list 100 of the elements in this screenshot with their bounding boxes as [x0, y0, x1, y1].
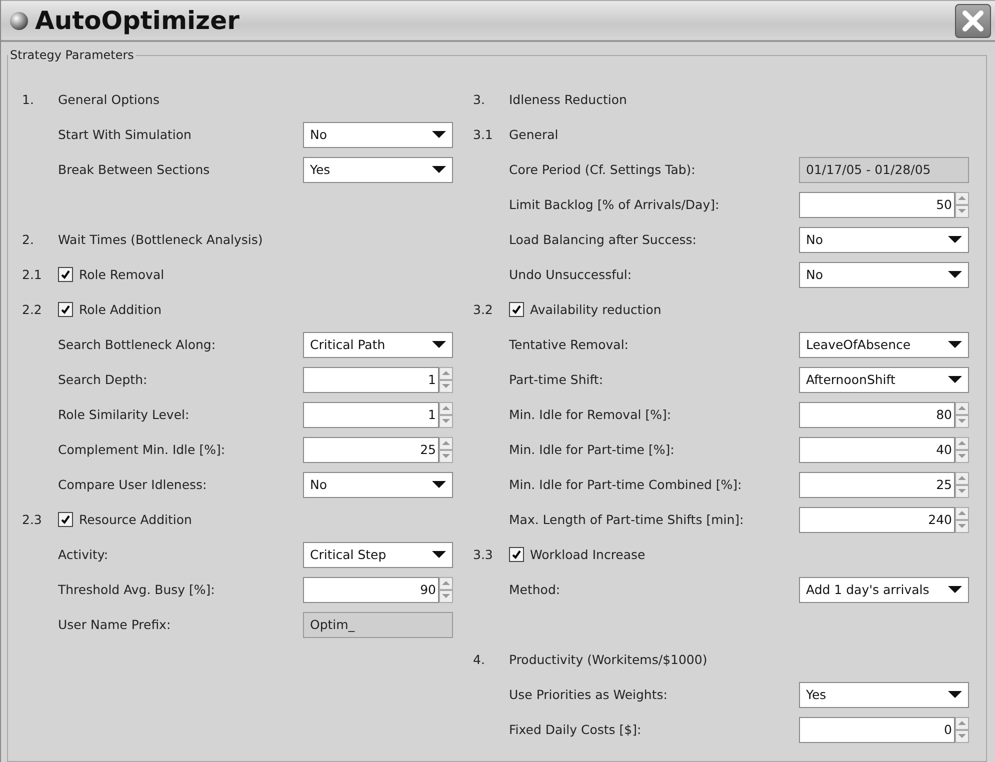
dropdown[interactable]: AfternoonShift [799, 366, 969, 392]
field-label: Start With Simulation [58, 127, 192, 142]
field-label: Min. Idle for Part-time [%]: [509, 442, 676, 457]
number-field[interactable]: 240 [799, 506, 955, 532]
dropdown[interactable]: No [303, 472, 453, 498]
number-field[interactable]: 80 [799, 402, 955, 428]
decrement-button[interactable] [955, 414, 969, 428]
field-label: Complement Min. Idle [%]: [58, 442, 226, 457]
down-arrow-icon [948, 271, 962, 278]
down-arrow-icon [958, 489, 966, 493]
number-field[interactable]: 1 [303, 366, 439, 392]
increment-button[interactable] [955, 402, 969, 414]
field-label: Tentative Removal: [509, 337, 630, 352]
field-label: Load Balancing after Success: [509, 232, 698, 247]
section-number: 1. [22, 92, 35, 107]
increment-button[interactable] [955, 436, 969, 450]
down-arrow-icon [432, 131, 446, 138]
increment-button[interactable] [439, 436, 453, 450]
close-icon [961, 8, 985, 32]
section-number: 4. [473, 652, 486, 667]
field-label: Part-time Shift: [509, 372, 604, 387]
field-label: Undo Unsuccessful: [509, 267, 633, 282]
increment-button[interactable] [439, 366, 453, 380]
field-label: Compare User Idleness: [58, 477, 208, 492]
increment-button[interactable] [439, 402, 453, 414]
decrement-button[interactable] [955, 204, 969, 218]
increment-button[interactable] [955, 472, 969, 484]
number-field[interactable]: 25 [303, 436, 439, 462]
dropdown[interactable]: Critical Step [303, 542, 453, 568]
field-label: Activity: [58, 547, 110, 562]
number-field[interactable]: 0 [799, 716, 955, 742]
checkbox[interactable] [509, 302, 524, 317]
section-number: 3. [473, 92, 486, 107]
up-arrow-icon [442, 441, 450, 445]
down-arrow-icon [958, 454, 966, 458]
field-label: Method: [509, 582, 562, 597]
decrement-button[interactable] [439, 380, 453, 392]
dropdown[interactable]: Critical Path [303, 332, 453, 358]
check-icon [61, 270, 70, 279]
dropdown[interactable]: No [799, 262, 969, 288]
up-arrow-icon [958, 476, 966, 480]
increment-button[interactable] [955, 192, 969, 204]
number-field[interactable]: 25 [799, 472, 955, 498]
checkbox[interactable] [58, 302, 73, 317]
number-field[interactable]: 40 [799, 436, 955, 462]
field-label: Role Similarity Level: [58, 407, 190, 422]
section-heading: Idleness Reduction [509, 92, 628, 107]
checkbox[interactable] [58, 512, 73, 527]
decrement-button[interactable] [439, 414, 453, 428]
up-arrow-icon [958, 511, 966, 515]
close-button[interactable] [955, 4, 991, 38]
decrement-button[interactable] [955, 484, 969, 498]
decrement-button[interactable] [955, 450, 969, 462]
field-label: Fixed Daily Costs [$]: [509, 722, 642, 737]
dropdown[interactable]: Yes [799, 682, 969, 708]
dropdown[interactable]: LeaveOfAbsence [799, 332, 969, 358]
down-arrow-icon [442, 454, 450, 458]
decrement-button[interactable] [955, 520, 969, 532]
increment-button[interactable] [955, 506, 969, 520]
dropdown[interactable]: No [303, 122, 453, 148]
window-title: AutoOptimizer [35, 6, 240, 35]
sphere-icon [9, 10, 29, 30]
number-field[interactable]: 90 [303, 576, 439, 602]
section-heading: Productivity (Workitems/$1000) [509, 652, 708, 667]
number-field[interactable]: 1 [303, 402, 439, 428]
up-arrow-icon [958, 196, 966, 200]
checkbox[interactable] [509, 547, 524, 562]
up-arrow-icon [442, 406, 450, 410]
down-arrow-icon [432, 551, 446, 558]
down-arrow-icon [432, 166, 446, 173]
field-label: Threshold Avg. Busy [%]: [58, 582, 216, 597]
checkbox-label: Resource Addition [79, 512, 192, 527]
down-arrow-icon [948, 236, 962, 243]
section-number: 2.2 [22, 302, 43, 317]
decrement-button[interactable] [439, 590, 453, 602]
down-arrow-icon [958, 419, 966, 423]
up-arrow-icon [442, 581, 450, 585]
down-arrow-icon [958, 734, 966, 738]
readonly-field: Optim_ [303, 612, 453, 638]
dropdown[interactable]: No [799, 226, 969, 252]
checkbox-label: Workload Increase [530, 547, 646, 562]
increment-button[interactable] [955, 716, 969, 730]
checkbox-label: Role Removal [79, 267, 164, 282]
down-arrow-icon [432, 481, 446, 488]
decrement-button[interactable] [955, 730, 969, 742]
dropdown[interactable]: Yes [303, 156, 453, 182]
field-label: Min. Idle for Part-time Combined [%]: [509, 477, 743, 492]
down-arrow-icon [432, 341, 446, 348]
dropdown[interactable]: Add 1 day's arrivals [799, 576, 969, 602]
down-arrow-icon [958, 524, 966, 528]
number-field[interactable]: 50 [799, 192, 955, 218]
decrement-button[interactable] [439, 450, 453, 462]
field-label: Use Priorities as Weights: [509, 687, 668, 702]
checkbox[interactable] [58, 267, 73, 282]
increment-button[interactable] [439, 576, 453, 590]
section-number: 3.2 [473, 302, 494, 317]
down-arrow-icon [948, 691, 962, 698]
down-arrow-icon [948, 376, 962, 383]
group-title: Strategy Parameters [9, 48, 135, 62]
up-arrow-icon [958, 721, 966, 725]
